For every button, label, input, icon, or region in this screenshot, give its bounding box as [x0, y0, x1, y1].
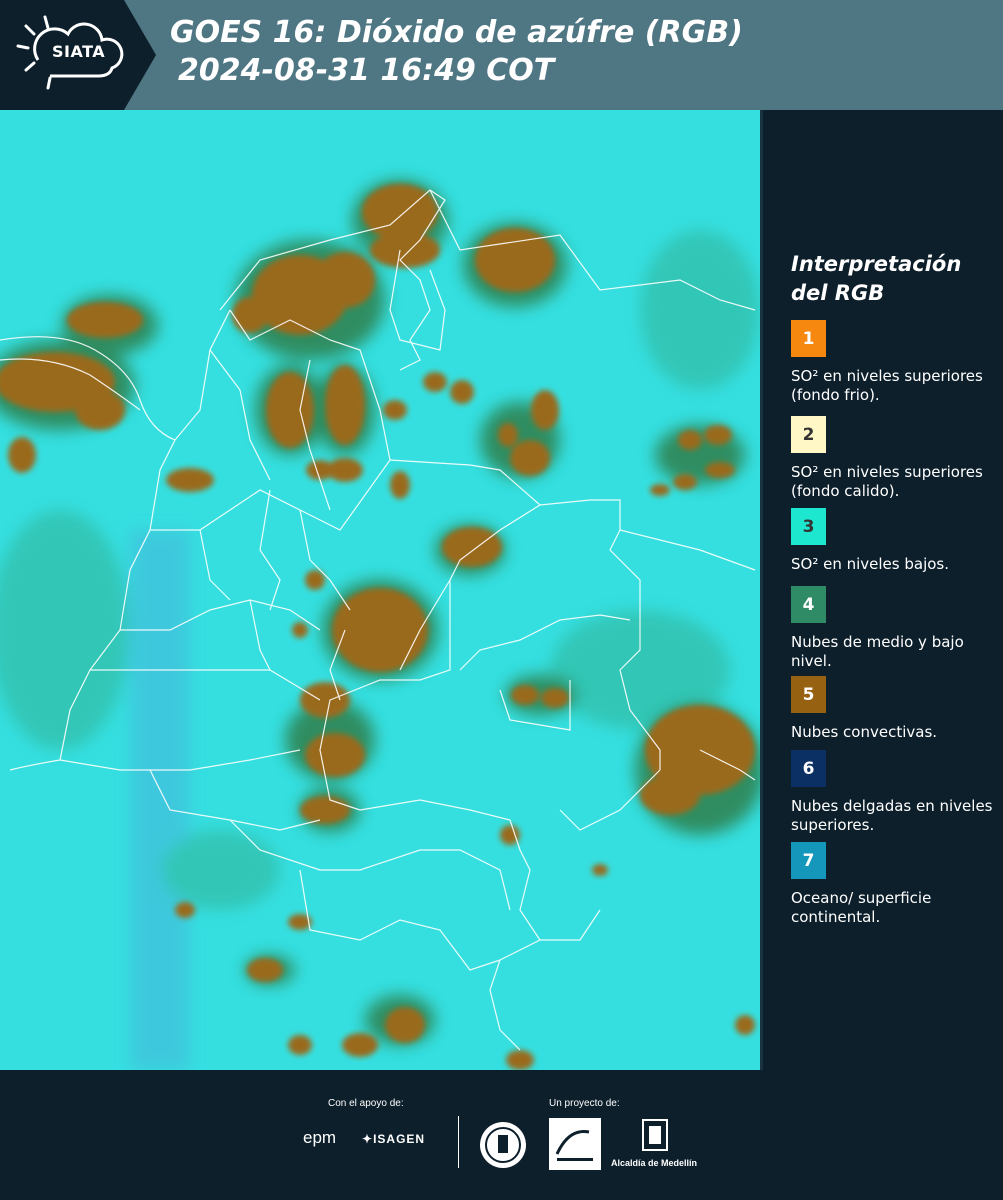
satellite-map[interactable]: [0, 110, 760, 1070]
legend-swatch: 2: [791, 416, 826, 453]
title-timestamp: 2024-08-31 16:49 COT: [178, 53, 555, 88]
legend-swatch: 7: [791, 842, 826, 879]
legend-item-2: 2 SO² en niveles superiores (fondo calid…: [791, 416, 996, 501]
legend-swatch: 3: [791, 508, 826, 545]
legend-item-3: 3 SO² en niveles bajos.: [791, 508, 996, 574]
siata-logo: SIATA: [0, 0, 158, 110]
project-label: Un proyecto de:: [549, 1098, 620, 1109]
medellin-seal-icon: [480, 1122, 526, 1168]
legend-label: Nubes delgadas en niveles superiores.: [791, 797, 993, 834]
isagen-logo: ✦ISAGEN: [362, 1132, 426, 1146]
title-product: GOES 16: Dióxido de azúfre (RGB): [170, 15, 743, 50]
legend-item-1: 1 SO² en niveles superiores (fondo frio)…: [791, 320, 996, 405]
legend-item-4: 4 Nubes de medio y bajo nivel.: [791, 586, 996, 671]
legend-label: Nubes convectivas.: [791, 723, 938, 741]
legend-item-7: 7 Oceano/ superficie continental.: [791, 842, 996, 927]
header-bar: SIATA GOES 16: Dióxido de azúfre (RGB) 2…: [0, 0, 1003, 110]
legend-label: Oceano/ superficie continental.: [791, 889, 932, 926]
isagen-text: ISAGEN: [373, 1132, 426, 1146]
legend-item-6: 6 Nubes delgadas en niveles superiores.: [791, 750, 996, 835]
legend-panel: Interpretación del RGB 1 SO² en niveles …: [760, 110, 1003, 1070]
legend-item-5: 5 Nubes convectivas.: [791, 676, 996, 742]
legend-swatch: 5: [791, 676, 826, 713]
legend-title: Interpretación del RGB: [791, 252, 962, 305]
legend-label: SO² en niveles bajos.: [791, 555, 950, 573]
legend-swatch: 4: [791, 586, 826, 623]
area-metropolitana-logo: [549, 1118, 601, 1170]
legend-label: SO² en niveles superiores (fondo calido)…: [791, 463, 983, 500]
footer: Con el apoyo de: Un proyecto de: epm ✦IS…: [0, 1070, 1003, 1200]
legend-label: SO² en niveles superiores (fondo frio).: [791, 367, 983, 404]
footer-divider: [458, 1116, 459, 1168]
alcaldia-medellin-logo: [642, 1119, 668, 1151]
legend-label: Nubes de medio y bajo nivel.: [791, 633, 964, 670]
page-title: GOES 16: Dióxido de azúfre (RGB) 2024-08…: [170, 14, 743, 90]
epm-logo: epm: [303, 1128, 337, 1147]
legend-swatch: 1: [791, 320, 826, 357]
support-label: Con el apoyo de:: [328, 1098, 404, 1109]
alcaldia-text: Alcaldía de Medellín: [611, 1158, 698, 1168]
legend-swatch: 6: [791, 750, 826, 787]
logo-text: SIATA: [52, 42, 106, 61]
